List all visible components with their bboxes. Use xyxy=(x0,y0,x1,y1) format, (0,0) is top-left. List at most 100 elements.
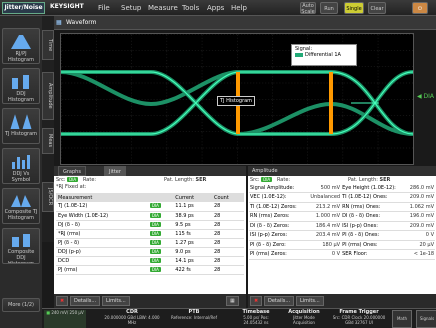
table-row[interactable]: DJ (δ - δ) DIA 9.5 ps 28 xyxy=(56,220,244,230)
mode-button[interactable]: Jitter/Noise xyxy=(2,2,45,14)
meas-count: 28 xyxy=(211,238,244,248)
amplitude-table: Signal Amplitude: 500 mV Eye Height (1.0E-… xyxy=(249,183,435,260)
menu-apps[interactable]: Apps xyxy=(207,4,224,12)
amp-value: 20 µV xyxy=(404,240,435,250)
channel-status-text: 240 mV/ 250 µV xyxy=(51,310,84,315)
details-button[interactable]: Details... xyxy=(264,296,295,306)
histogram-icon xyxy=(11,35,31,49)
table-row[interactable]: ISI (p-p) Zeros: 203.4 mV PI (δ - δ) Ones:… xyxy=(249,230,435,241)
amp-value: 196.0 mV xyxy=(404,211,435,222)
tab-jsocr[interactable]: JS/OCR xyxy=(42,182,54,212)
meas-current: 422 fs xyxy=(173,265,212,275)
meas-count: 28 xyxy=(211,256,244,266)
table-row[interactable]: Eye Width (1.0E-12) DIA 38.9 ps 28 xyxy=(56,211,244,221)
ptb-status[interactable]: PTB Reference: Internal/Ref xyxy=(166,310,222,328)
frame-trigger-value: Src: CDR Clock 20.000000 GBd 32767 UI xyxy=(332,315,386,325)
table-row[interactable]: PI (rms) Zeros: 0 V SER Floor: < 1e-18 xyxy=(249,249,435,260)
signals-button[interactable]: Signals xyxy=(416,310,436,328)
tj-histogram-label: TJ Histogram xyxy=(217,96,256,106)
composite-ddj-button[interactable]: Composite DDJ Histogram xyxy=(2,228,40,264)
tab-time[interactable]: Time xyxy=(42,30,54,60)
acquisition-status[interactable]: Acquisition Jitter Mode Acquisition xyxy=(282,310,326,328)
meas-count: 28 xyxy=(211,247,244,257)
meas-count: 28 xyxy=(211,202,244,212)
table-row[interactable]: DDJ (p-p) DIA 9.0 ps 28 xyxy=(56,247,244,257)
channel-icon: ■ xyxy=(46,310,51,315)
run-button[interactable]: Run xyxy=(320,2,338,14)
sidebar: RJ/PJ Histogram DDJ Histogram TJ Histogr… xyxy=(0,16,42,328)
table-row[interactable]: RN (rms) Zeros: 1.000 mV DI (δ - δ) Ones: 1… xyxy=(249,211,435,222)
amplitude-tab[interactable]: Amplitude xyxy=(248,166,436,176)
amp-name: Signal Amplitude: xyxy=(249,183,305,193)
amp-value: 500 mV xyxy=(304,183,342,193)
limits-button[interactable]: Limits... xyxy=(102,296,130,306)
delete-icon[interactable]: ✖ xyxy=(56,296,69,306)
table-row[interactable]: PJ (δ - δ) DIA 1.27 ps 28 xyxy=(56,238,244,248)
table-row[interactable]: PJ (rms) DIA 422 fs 28 xyxy=(56,265,244,275)
tab-meas[interactable]: Meas xyxy=(42,128,54,154)
table-row[interactable]: DCD DIA 14.1 ps 28 xyxy=(56,256,244,266)
limits-button[interactable]: Limits... xyxy=(296,296,324,306)
details-button[interactable]: Details... xyxy=(70,296,101,306)
meas-src: DIA xyxy=(149,266,161,272)
meas-count: 28 xyxy=(211,265,244,275)
timebase-status[interactable]: Timebase 5.00 ps/ Pos: 24.05432 ns xyxy=(234,310,278,328)
amp-value: 1.000 mV xyxy=(304,211,342,222)
amp-value: 1.062 mV xyxy=(404,202,435,212)
menu-file[interactable]: File xyxy=(98,4,110,12)
tab-graphs[interactable]: Graphs xyxy=(58,166,86,176)
amp-name: PI (δ - δ) Zero: xyxy=(249,240,305,250)
col-header: Count xyxy=(211,193,244,202)
col-header: Measurement xyxy=(56,193,148,202)
rate-label: Rate: xyxy=(82,177,97,183)
ddj-histogram-button[interactable]: DDJ Histogram xyxy=(2,68,40,104)
pat-value: SER xyxy=(195,177,207,183)
menu-tools[interactable]: Tools xyxy=(182,4,199,12)
jitter-panel: Src: DIA Rate: Pat. Length: SER *RJ Fixe… xyxy=(54,176,246,294)
table-row[interactable]: *RJ (rms) DIA 115 fs 28 xyxy=(56,229,244,239)
ptb-value: Reference: Internal/Ref xyxy=(171,315,217,320)
waveform-header: ▦ Waveform xyxy=(54,16,436,30)
more-button[interactable]: More (1/2) xyxy=(2,298,40,312)
table-row[interactable]: TJ (1.0E-12) DIA 11.1 ps 28 xyxy=(56,202,244,212)
clear-button[interactable]: Clear xyxy=(368,2,386,14)
amp-value: < 1e-18 xyxy=(404,249,435,260)
amp-name: ISI (p-p) Zeros: xyxy=(249,230,305,241)
tab-amplitude[interactable]: Amplitude xyxy=(42,72,54,120)
table-row[interactable]: DI (δ - δ) Zeros: 186.4 mV ISI (p-p) Ones:… xyxy=(249,221,435,231)
table-row[interactable]: VEC (1.0E-12): Unbalanced TI (1.0E-12) One… xyxy=(249,192,435,203)
amp-name: TI (1.0E-12) Ones: xyxy=(341,192,405,203)
delete-icon[interactable]: ✖ xyxy=(250,296,263,306)
src-badge: DIA xyxy=(261,177,273,182)
grid-icon[interactable]: ▦ xyxy=(226,296,239,306)
power-icon[interactable]: ⏻ xyxy=(412,2,428,14)
menu-measure[interactable]: Measure xyxy=(148,4,178,12)
amp-value: Unbalanced xyxy=(304,192,342,203)
single-button[interactable]: Single xyxy=(344,2,364,14)
amp-value: 0 V xyxy=(304,249,342,260)
amp-name: ISI (p-p) Ones: xyxy=(341,221,405,231)
sidebar-label: RJ/PJ Histogram xyxy=(8,51,34,63)
jitter-table: Measurement Current Count TJ (1.0E-12) DIA 1… xyxy=(56,193,244,275)
composite-tj-button[interactable]: Composite TJ Histogram xyxy=(2,188,40,224)
math-button[interactable]: Math xyxy=(392,310,412,328)
channel-status[interactable]: ■ 240 mV/ 250 µV xyxy=(44,310,86,328)
sidebar-label: Composite DDJ Histogram xyxy=(7,249,35,264)
tab-jitter[interactable]: Jitter xyxy=(104,166,126,176)
table-row[interactable]: TI (1.0E-12) Zeros: 213.2 mV RN (rms) Ones… xyxy=(249,202,435,212)
meas-current: 9.0 ps xyxy=(173,247,212,257)
frame-trigger-status[interactable]: Frame Trigger Src: CDR Clock 20.000000 GB… xyxy=(330,310,388,328)
menu-setup[interactable]: Setup xyxy=(121,4,141,12)
amp-value: 209.0 mV xyxy=(404,192,435,203)
auto-scale-button[interactable]: Auto Scale xyxy=(300,2,316,15)
cdr-status[interactable]: CDR 20.000000 GBd LBW: 4.000 MHz xyxy=(102,310,162,328)
menu-help[interactable]: Help xyxy=(231,4,247,12)
table-row[interactable]: PI (δ - δ) Zero: 180 µV PI (rms) Ones: 20 µ… xyxy=(249,240,435,250)
amp-value: 203.4 mV xyxy=(304,230,342,241)
tj-histogram-button[interactable]: TJ Histogram xyxy=(2,108,40,144)
rjpj-histogram-button[interactable]: RJ/PJ Histogram xyxy=(2,28,40,64)
ddj-vs-symbol-button[interactable]: DDJ Vs Symbol xyxy=(2,148,40,184)
table-row[interactable]: Signal Amplitude: 500 mV Eye Height (1.0E-… xyxy=(249,183,435,193)
amp-name: DI (δ - δ) Zeros: xyxy=(249,221,305,231)
meas-current: 38.9 ps xyxy=(173,211,212,221)
